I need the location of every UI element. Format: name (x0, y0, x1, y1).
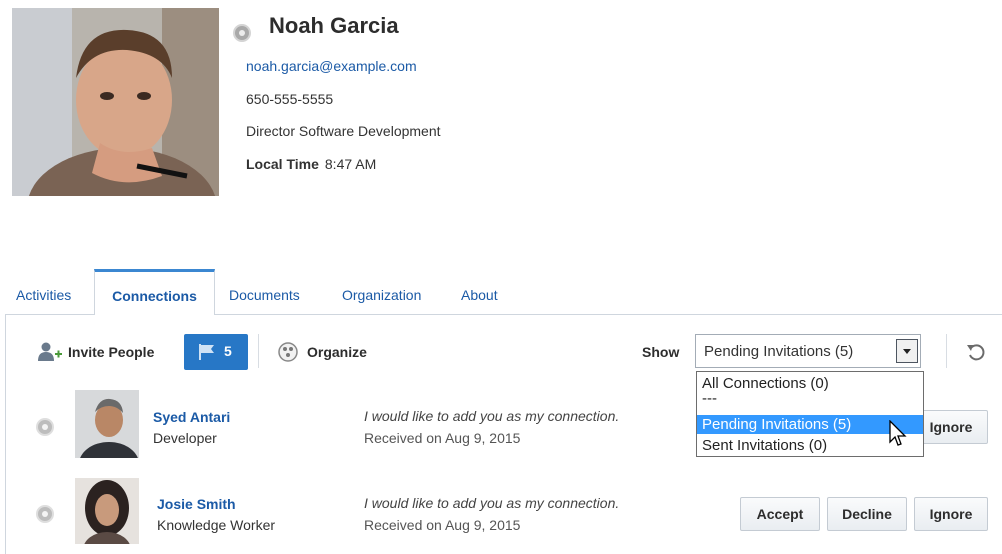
avatar (75, 390, 139, 458)
invite-people-label[interactable]: Invite People (68, 344, 154, 360)
show-label: Show (642, 344, 680, 360)
local-time-label: Local Time (246, 156, 319, 172)
avatar (75, 478, 139, 544)
invitation-message: I would like to add you as my connection… (364, 408, 620, 424)
organize-button[interactable] (277, 341, 299, 363)
invitation-message: I would like to add you as my connection… (364, 495, 620, 511)
invitation-job-title: Developer (153, 430, 217, 446)
profile-photo (12, 8, 219, 196)
profile-job-title: Director Software Development (246, 123, 441, 139)
tab-organization[interactable]: Organization (342, 287, 421, 303)
profile-name: Noah Garcia (269, 13, 399, 38)
refresh-button[interactable] (965, 342, 987, 362)
organize-label[interactable]: Organize (307, 344, 367, 360)
accept-button[interactable]: Accept (740, 497, 820, 531)
presence-status-icon (36, 505, 54, 523)
invitation-job-title: Knowledge Worker (157, 517, 276, 533)
decline-button[interactable]: Decline (827, 497, 907, 531)
presence-status-icon (36, 418, 54, 436)
mouse-pointer-icon (889, 420, 907, 446)
invitation-name[interactable]: Josie Smith (157, 496, 236, 512)
ignore-button[interactable]: Ignore (914, 497, 988, 531)
flag-icon (199, 344, 214, 360)
pending-flag-button[interactable]: 5 (184, 334, 248, 370)
profile-email-link[interactable]: noah.garcia@example.com (246, 58, 417, 74)
tab-connections[interactable]: Connections (94, 269, 215, 315)
invitation-name[interactable]: Syed Antari (153, 409, 230, 425)
show-filter-value: Pending Invitations (5) (704, 343, 854, 360)
profile-phone: 650-555-5555 (246, 91, 334, 107)
invitation-received-date: Received on Aug 9, 2015 (364, 430, 521, 446)
dropdown-option-separator: --- (702, 390, 717, 407)
add-person-icon (38, 342, 62, 361)
toolbar-divider (258, 334, 259, 368)
tab-about[interactable]: About (461, 287, 498, 303)
flag-count: 5 (224, 343, 232, 359)
dropdown-option-all-connections[interactable]: All Connections (0) (697, 374, 923, 393)
chevron-down-icon[interactable] (896, 339, 918, 363)
tab-activities[interactable]: Activities (16, 287, 71, 303)
presence-status-icon (233, 24, 251, 42)
refresh-icon (967, 344, 985, 361)
tab-documents[interactable]: Documents (229, 287, 300, 303)
toolbar-divider-right (946, 334, 947, 368)
organize-icon (278, 342, 298, 362)
show-filter-select[interactable]: Pending Invitations (5) (695, 334, 921, 368)
ignore-button[interactable]: Ignore (914, 410, 988, 444)
tab-connections-label: Connections (112, 288, 197, 304)
profile-local-time: Local Time 8:47 AM (246, 156, 376, 172)
invitation-received-date: Received on Aug 9, 2015 (364, 517, 521, 533)
invite-people-button[interactable] (38, 341, 64, 363)
local-time-value: 8:47 AM (324, 156, 377, 172)
